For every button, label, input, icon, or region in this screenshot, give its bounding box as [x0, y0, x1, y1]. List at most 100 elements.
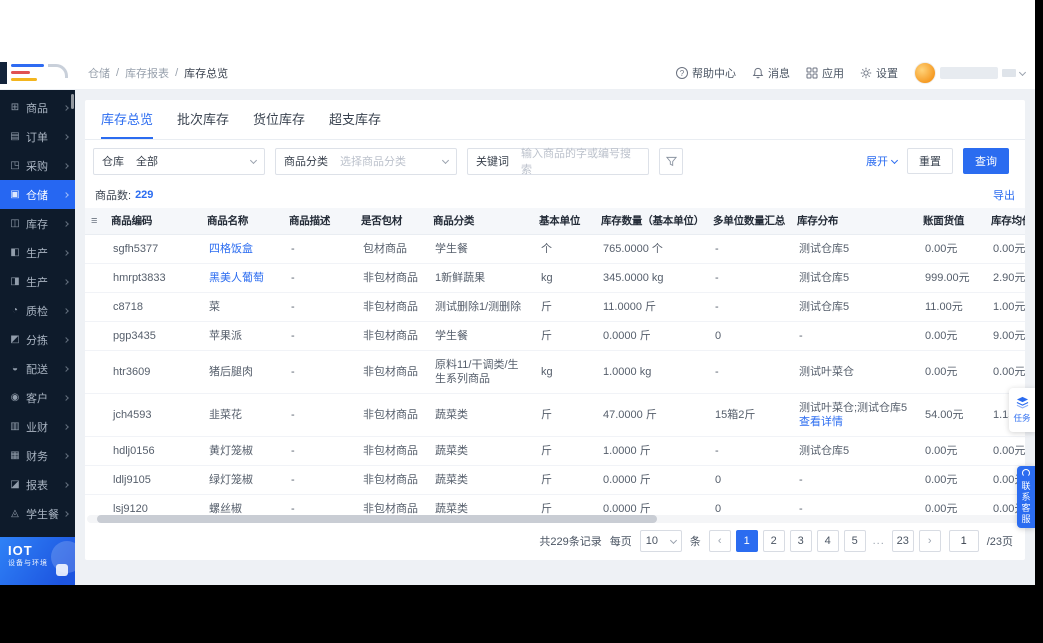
contact-service-label: 联系客服 [1020, 481, 1031, 525]
column-settings-header[interactable]: ≡ [85, 208, 105, 235]
reset-button[interactable]: 重置 [907, 148, 953, 174]
cell-quantity: 0.0000 斤 [595, 465, 707, 495]
sidebar-item-label: 业财 [26, 421, 48, 434]
cell-multi_unit_total: - [707, 350, 791, 394]
distribution-text: - [799, 502, 803, 515]
chevron-down-icon [669, 536, 677, 544]
page-button-3[interactable]: 3 [789, 530, 812, 552]
cell-packaging: 非包材商品 [355, 465, 427, 495]
apps-button[interactable]: 应用 [806, 65, 844, 81]
settings-label: 设置 [876, 68, 898, 80]
product-name: 韭菜花 [209, 408, 242, 421]
messages-button[interactable]: 消息 [752, 65, 790, 81]
tab-overview[interactable]: 库存总览 [101, 100, 154, 139]
page-button-5[interactable]: 5 [843, 530, 866, 552]
prev-page-button[interactable]: ‹ [708, 530, 731, 552]
cell-code: htr3609 [105, 350, 201, 394]
page-size-select[interactable]: 10 [639, 530, 682, 552]
cell-packaging: 非包材商品 [355, 393, 427, 437]
cell-book_value: 0.00元 [917, 494, 985, 514]
sidebar-item-production-1[interactable]: ◧ 生产 [0, 238, 75, 267]
sidebar-item-production-2[interactable]: ◨ 生产 [0, 267, 75, 296]
page-jump-input[interactable] [948, 530, 979, 552]
page-button-4[interactable]: 4 [816, 530, 839, 552]
sidebar-item-customers[interactable]: ◉ 客户 [0, 383, 75, 412]
cell-code: jch4593 [105, 393, 201, 437]
product-name-link[interactable]: 四格饭盒 [209, 243, 253, 255]
tab-location[interactable]: 货位库存 [253, 100, 305, 139]
page-button-1[interactable]: 1 [735, 530, 758, 552]
order-icon: ▤ [10, 131, 20, 142]
chevron-right-icon [63, 162, 69, 169]
sidebar-item-warehouse[interactable]: ▣ 仓储 [0, 180, 75, 209]
inventory-icon: ◫ [10, 218, 20, 229]
row-spacer-cell [85, 234, 105, 264]
tab-overdraft[interactable]: 超支库存 [329, 100, 381, 139]
search-button[interactable]: 查询 [963, 148, 1009, 174]
next-page-button[interactable]: › [918, 530, 941, 552]
sidebar-item-finance[interactable]: ▦ 财务 [0, 441, 75, 470]
cell-packaging: 非包材商品 [355, 292, 427, 322]
help-label: 帮助中心 [692, 68, 736, 80]
cell-unit: 斤 [533, 292, 595, 322]
sidebar-item-goods[interactable]: ⊞ 商品 [0, 93, 75, 122]
horizontal-scrollbar[interactable] [87, 515, 1023, 523]
distribution-text: - [799, 473, 803, 486]
page-button-2[interactable]: 2 [762, 530, 785, 552]
sidebar-scrollbar[interactable] [71, 94, 74, 109]
product-name: 螺丝椒 [209, 502, 242, 515]
iot-title: IOT [8, 543, 33, 558]
inventory-card: 库存总览 批次库存 货位库存 超支库存 仓库 全部 商品分类 选择商品分类 关键词 输… [85, 100, 1025, 560]
product-name: 菜 [209, 300, 220, 313]
cell-unit: 斤 [533, 321, 595, 351]
task-float-widget[interactable]: 任务 [1009, 388, 1035, 432]
product-name: 猪后腿肉 [209, 365, 253, 378]
sidebar-item-label: 生产 [26, 247, 48, 260]
sidebar-item-business-finance[interactable]: ▥ 业财 [0, 412, 75, 441]
breadcrumb-item[interactable]: 库存报表 [125, 65, 169, 81]
category-select[interactable]: 商品分类 选择商品分类 [275, 147, 457, 175]
contact-service-widget[interactable]: 联系客服 [1017, 466, 1035, 528]
expand-filters-button[interactable]: 展开 [866, 153, 899, 169]
page-button-23[interactable]: 23 [891, 530, 914, 552]
sidebar-item-orders[interactable]: ▤ 订单 [0, 122, 75, 151]
chevron-right-icon [63, 307, 69, 314]
cell-code: ldlj9105 [105, 465, 201, 495]
sidebar-item-purchase[interactable]: ◳ 采购 [0, 151, 75, 180]
cell-desc: - [283, 263, 355, 293]
warehouse-select[interactable]: 仓库 全部 [93, 147, 265, 175]
sidebar-item-delivery[interactable]: ◒ 配送 [0, 354, 75, 383]
cell-quantity: 0.0000 斤 [595, 494, 707, 514]
table-row: lsj9120 螺丝椒 - 非包材商品 蔬菜类斤 0.0000 斤 0-0.00元 0.00元 [85, 494, 1025, 514]
sidebar-item-student-meal[interactable]: ◬ 学生餐 [0, 499, 75, 528]
sidebar-item-inventory[interactable]: ◫ 库存 [0, 209, 75, 238]
export-button[interactable]: 导出 [993, 187, 1015, 203]
settings-button[interactable]: 设置 [860, 65, 898, 81]
cell-code: c8718 [105, 292, 201, 322]
scrollbar-thumb[interactable] [97, 515, 657, 523]
user-name-redacted [940, 67, 998, 79]
tab-batch[interactable]: 批次库存 [177, 100, 229, 139]
sidebar-item-reports[interactable]: ◪ 报表 [0, 470, 75, 499]
cell-book_value: 0.00元 [917, 234, 985, 264]
row-spacer-cell [85, 494, 105, 514]
sidebar: ⊞ 商品 ▤ 订单 ◳ 采购 ▣ 仓储 ◫ 库存 ◧ 生产 ◨ 生产 ◔ 质检 ◩ 分拣 ◒ 配送 ◉ 客户 ▥ 业财 ▦ 财务 ◪… [0, 90, 75, 585]
funnel-icon [665, 156, 677, 166]
user-account[interactable] [914, 62, 1027, 84]
cell-category: 蔬菜类 [427, 494, 533, 514]
inventory-table: ≡ 商品编码 商品名称 商品描述 是否包材 商品分类 基本单位 库存数量（基本单位） 多单位数量… [85, 208, 1025, 514]
sidebar-item-quality[interactable]: ◔ 质检 [0, 296, 75, 325]
sidebar-item-label: 生产 [26, 276, 48, 289]
chevron-right-icon [63, 220, 69, 227]
sidebar-item-label: 客户 [26, 392, 48, 405]
cell-avg_price: 0.00元 [985, 436, 1025, 466]
help-center-button[interactable]: ? 帮助中心 [676, 65, 736, 81]
filter-funnel-button[interactable] [659, 147, 683, 175]
main-content: 库存总览 批次库存 货位库存 超支库存 仓库 全部 商品分类 选择商品分类 关键词 输… [75, 90, 1035, 585]
product-name-link[interactable]: 黑美人葡萄 [209, 272, 264, 284]
breadcrumb-item[interactable]: 仓储 [88, 65, 110, 81]
view-detail-link[interactable]: 查看详情 [799, 415, 909, 429]
keyword-input[interactable]: 关键词 输入商品的字或编号搜索 [467, 147, 649, 176]
sidebar-item-sorting[interactable]: ◩ 分拣 [0, 325, 75, 354]
cell-quantity: 11.0000 斤 [595, 292, 707, 322]
